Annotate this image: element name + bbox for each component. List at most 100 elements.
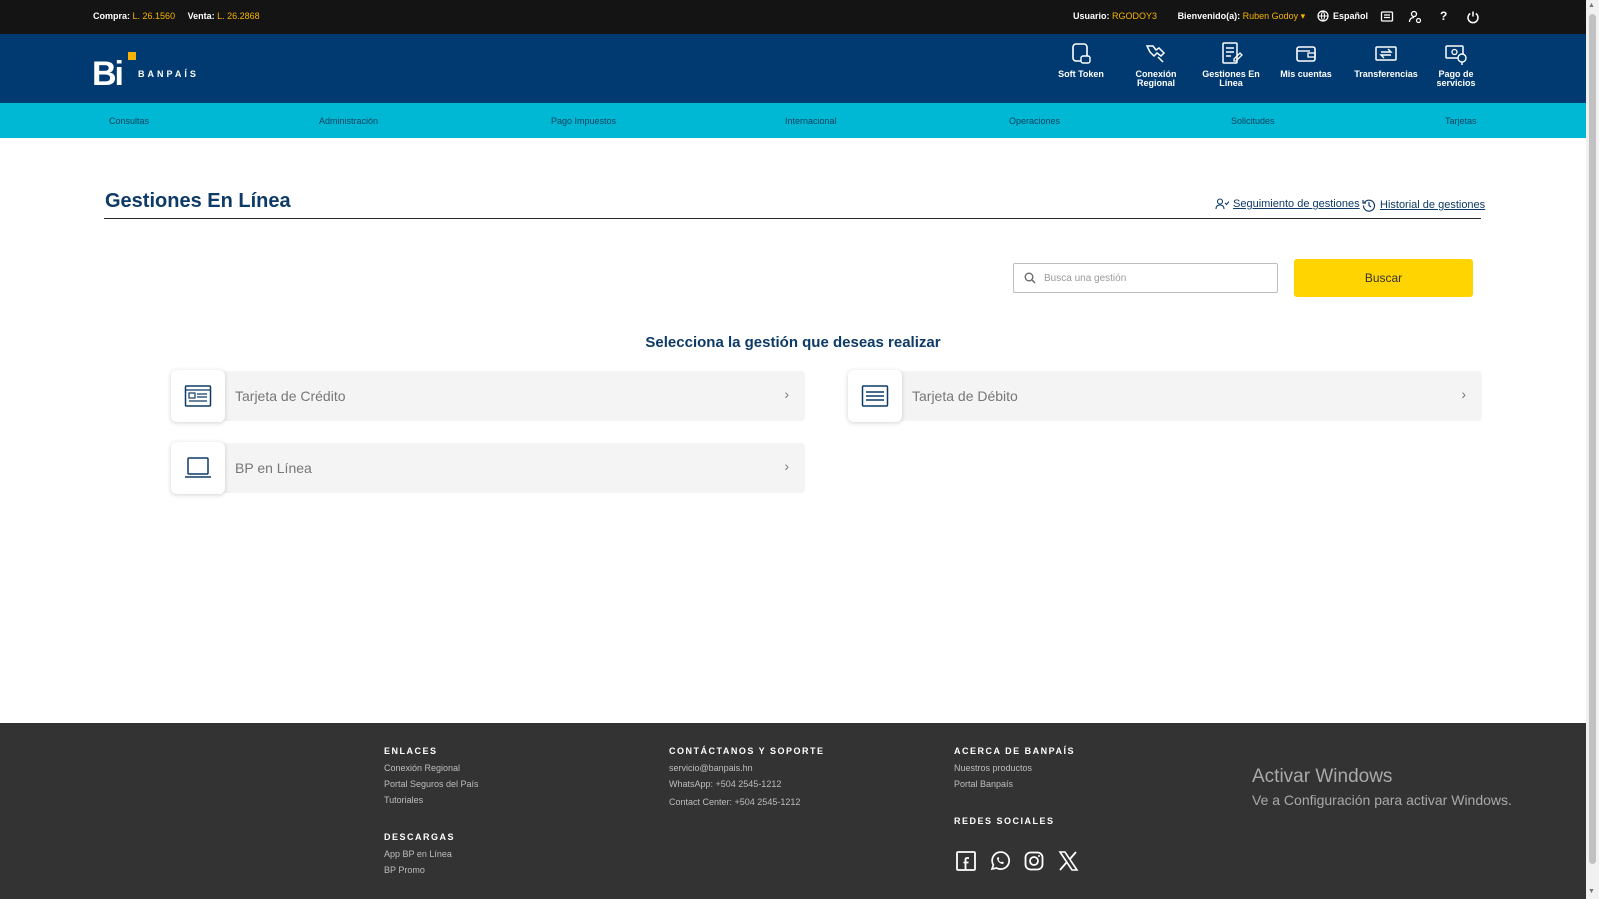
conexion-regional-icon [1145,45,1166,63]
card-icon-box [171,370,225,422]
page-title: Gestiones En Línea [105,190,291,212]
user-tracking-icon [1215,198,1229,210]
nav-mis-cuentas[interactable]: Mis cuentas [1271,42,1341,79]
seguimiento-link[interactable]: Seguimiento de gestiones [1215,198,1360,210]
x-icon[interactable] [1057,850,1079,872]
footer-link[interactable]: BP Promo [384,865,425,875]
menu-item-tarjetas[interactable]: Tarjetas [1445,116,1477,126]
nav-label: Soft Token [1058,69,1104,79]
scroll-up-icon[interactable]: ▲ [1588,2,1595,9]
footer-redes-title: REDES SOCIALES [954,816,1055,826]
nav-transferencias[interactable]: Transferencias [1346,42,1426,79]
soft-token-icon [1072,43,1091,64]
nav-label: Conexión Regional [1135,69,1177,88]
menu-item-administracion[interactable]: Administración [319,116,378,126]
user-info: Usuario: RGODOY3 Bienvenido(a): Ruben Go… [1073,11,1323,22]
usuario-label: Usuario: [1073,11,1110,21]
chevron-right-icon: › [1461,386,1466,402]
debit-card-icon [861,385,889,407]
nav-conexion-regional[interactable]: Conexión Regional [1121,42,1191,88]
whatsapp-icon[interactable] [989,850,1011,872]
credit-card-icon [184,385,212,407]
footer-link[interactable]: Portal Seguros del País [384,779,479,789]
card-label: BP en Línea [235,460,312,476]
language-label: Español [1333,11,1369,21]
card-icon-box [848,370,902,422]
history-icon [1362,199,1376,212]
footer-link[interactable]: App BP en Línea [384,849,452,859]
chevron-right-icon: › [784,458,789,474]
gestiones-icon [1222,42,1243,64]
messages-icon[interactable] [1380,10,1394,24]
compra-value: L. 26.1560 [132,11,176,21]
nav-label: Mis cuentas [1280,69,1332,79]
logo-mark: Bi [92,55,124,93]
nav-label: Gestiones En Línea [1202,69,1260,88]
page: Compra: L. 26.1560 Venta: L. 26.2868 Usu… [0,0,1586,899]
language-selector[interactable]: Español [1317,10,1368,22]
search-box [1013,263,1278,293]
globe-icon [1317,10,1329,22]
scrollbar-thumb[interactable] [1589,14,1596,864]
venta-label: Venta: [187,11,215,21]
transfer-icon [1375,46,1397,61]
footer-link[interactable]: Nuestros productos [954,763,1032,773]
footer-contact-email[interactable]: servicio@banpais.hn [669,763,753,773]
footer-contact-center[interactable]: Contact Center: +504 2545-1212 [669,797,800,807]
search-icon [1024,272,1036,284]
vertical-scrollbar[interactable]: ▲ ▼ [1586,0,1599,899]
banpais-logo[interactable]: Bi BANPAÍS [92,49,212,93]
buscar-button[interactable]: Buscar [1294,259,1473,297]
watermark-line1: Activar Windows [1252,766,1393,787]
historial-label: Historial de gestiones [1380,199,1486,211]
help-icon[interactable]: ? [1440,9,1447,23]
exchange-rates: Compra: L. 26.1560 Venta: L. 26.2868 [93,11,270,21]
facebook-icon[interactable] [955,850,977,872]
footer-link[interactable]: Tutoriales [384,795,423,805]
compra-label: Compra: [93,11,131,21]
nav-gestiones[interactable]: Gestiones En Línea [1196,42,1266,88]
footer-contacto-title: CONTÁCTANOS Y SOPORTE [669,746,825,756]
card-bp-en-linea[interactable]: BP en Línea › [171,442,805,494]
nav-label: Transferencias [1354,69,1418,79]
wallet-icon [1296,46,1316,62]
bienvenido-label: Bienvenido(a): [1177,11,1241,21]
menu-item-pago-impuestos[interactable]: Pago Impuestos [551,116,616,126]
footer-link[interactable]: Portal Banpaís [954,779,1013,789]
menu-item-consultas[interactable]: Consultas [109,116,149,126]
footer: ENLACES Conexión Regional Portal Seguros… [0,723,1586,899]
power-icon[interactable] [1466,10,1480,24]
card-tarjeta-credito[interactable]: Tarjeta de Crédito › [171,370,805,422]
seguimiento-label: Seguimiento de gestiones [1233,198,1360,210]
card-label: Tarjeta de Crédito [235,388,346,404]
logo-dot [128,52,136,60]
card-label: Tarjeta de Débito [912,388,1018,404]
scroll-down-icon[interactable]: ▼ [1588,888,1595,895]
watermark-line2: Ve a Configuración para activar Windows. [1252,792,1512,808]
chevron-right-icon: › [784,386,789,402]
laptop-icon [185,457,211,478]
historial-link[interactable]: Historial de gestiones [1362,198,1485,212]
instagram-icon[interactable] [1023,850,1045,872]
user-menu-dropdown[interactable]: Ruben Godoy ▾ [1243,11,1306,21]
title-divider [104,218,1481,219]
footer-contact-whatsapp[interactable]: WhatsApp: +504 2545-1212 [669,779,781,789]
menu-item-internacional[interactable]: Internacional [785,116,837,126]
main-menu: Consultas Administración Pago Impuestos … [0,103,1586,138]
footer-acerca-title: ACERCA DE BANPAÍS [954,746,1076,756]
user-settings-icon[interactable] [1408,10,1422,24]
menu-item-solicitudes[interactable]: Solicitudes [1231,116,1275,126]
top-bar: Compra: L. 26.1560 Venta: L. 26.2868 Usu… [0,0,1586,34]
nav-pago-servicios[interactable]: Pago de servicios [1421,42,1491,88]
search-input[interactable] [1044,272,1264,284]
footer-link[interactable]: Conexión Regional [384,763,460,773]
menu-item-operaciones[interactable]: Operaciones [1009,116,1060,126]
nav-label: Pago de servicios [1436,69,1476,88]
footer-descargas-title: DESCARGAS [384,832,456,842]
payment-icon [1445,45,1467,65]
nav-soft-token[interactable]: Soft Token [1046,42,1116,79]
usuario-value: RGODOY3 [1112,11,1158,21]
venta-value: L. 26.2868 [217,11,260,21]
main-header: Bi BANPAÍS Soft Token Conexión Regional … [0,34,1586,103]
card-tarjeta-debito[interactable]: Tarjeta de Débito › [848,370,1482,422]
